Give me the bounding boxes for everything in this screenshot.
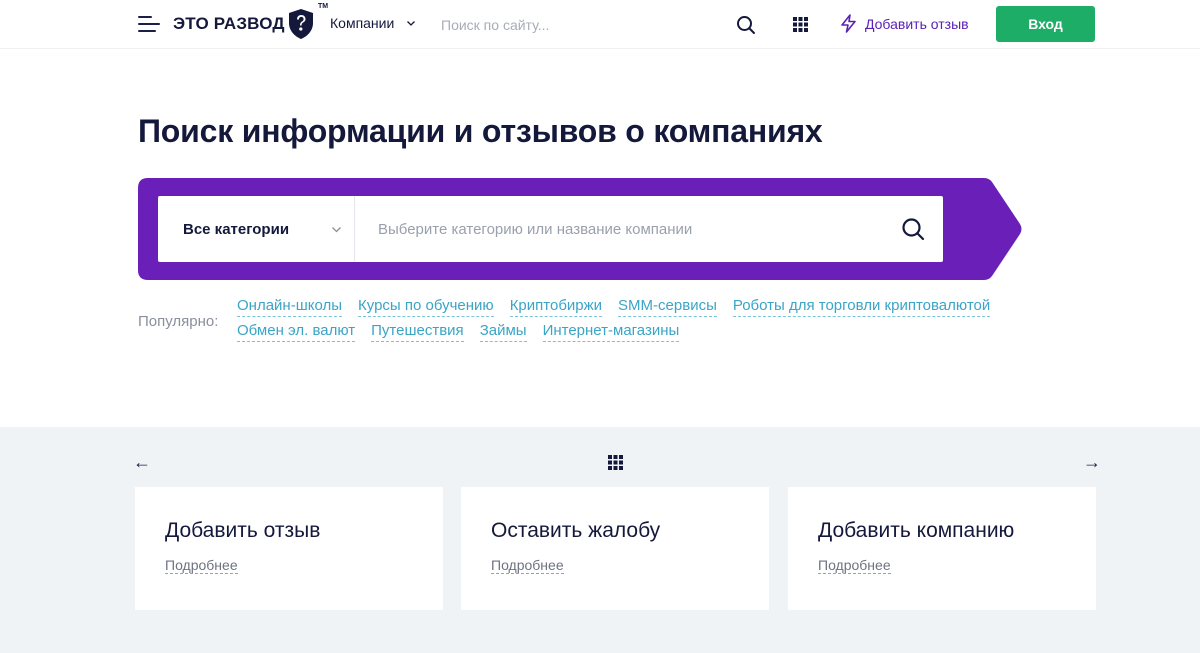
site-header: ЭТО РАЗВОД TM Компании Добавить отзыв Вх… [0, 0, 1200, 49]
popular-link[interactable]: Онлайн-школы [237, 297, 343, 317]
add-review-link[interactable]: Добавить отзыв [840, 14, 969, 33]
card-add-review[interactable]: Добавить отзыв Подробнее [135, 487, 443, 610]
page-title: Поиск информации и отзывов о компаниях [138, 113, 823, 149]
company-search-input[interactable] [355, 196, 943, 262]
card-more-link[interactable]: Подробнее [818, 557, 891, 574]
popular-link[interactable]: Займы [479, 322, 527, 342]
companies-label: Компании [330, 15, 395, 31]
popular-link[interactable]: Путешествия [371, 322, 464, 342]
arrow-right-icon[interactable]: → [1083, 452, 1101, 472]
card-title: Оставить жалобу [491, 519, 661, 542]
arrow-left-icon[interactable]: ← [133, 452, 151, 472]
burger-menu-icon[interactable] [138, 16, 160, 33]
site-logo[interactable]: ЭТО РАЗВОД [173, 6, 314, 42]
popular-links-row-1: Онлайн-школы Курсы по обучению Криптобир… [237, 297, 991, 317]
logo-trademark: TM [318, 3, 329, 10]
category-select-value: Все категории [183, 220, 290, 238]
companies-dropdown[interactable]: Компании [330, 15, 416, 31]
card-title: Добавить отзыв [165, 519, 321, 542]
search-icon[interactable] [901, 217, 925, 241]
card-more-link[interactable]: Подробнее [165, 557, 238, 574]
search-icon[interactable] [736, 15, 756, 35]
grid-icon[interactable] [608, 455, 623, 470]
lightning-icon [841, 14, 856, 33]
logo-text: ЭТО РАЗВОД [173, 14, 285, 33]
site-search-input[interactable] [441, 14, 721, 36]
popular-link[interactable]: Курсы по обучению [358, 297, 494, 317]
popular-link[interactable]: Криптобиржи [509, 297, 603, 317]
chevron-down-icon [407, 21, 416, 26]
chevron-down-icon [332, 226, 341, 232]
add-review-label: Добавить отзыв [865, 15, 969, 32]
card-title: Добавить компанию [818, 519, 1015, 542]
popular-link[interactable]: Роботы для торговли криптовалютой [732, 297, 991, 317]
card-complaint[interactable]: Оставить жалобу Подробнее [461, 487, 769, 610]
popular-link[interactable]: Интернет-магазины [542, 322, 680, 342]
company-search-box: Все категории [158, 196, 943, 262]
login-button[interactable]: Вход [996, 6, 1095, 42]
card-more-link[interactable]: Подробнее [491, 557, 564, 574]
card-add-company[interactable]: Добавить компанию Подробнее [788, 487, 1096, 610]
popular-links-row-2: Обмен эл. валют Путешествия Займы Интерн… [237, 322, 680, 342]
popular-link[interactable]: Обмен эл. валют [237, 322, 356, 342]
popular-label: Популярно: [138, 313, 219, 330]
grid-icon[interactable] [793, 17, 808, 32]
category-select[interactable]: Все категории [158, 196, 355, 262]
popular-link[interactable]: SMM-сервисы [618, 297, 717, 317]
shield-question-icon [288, 9, 313, 39]
